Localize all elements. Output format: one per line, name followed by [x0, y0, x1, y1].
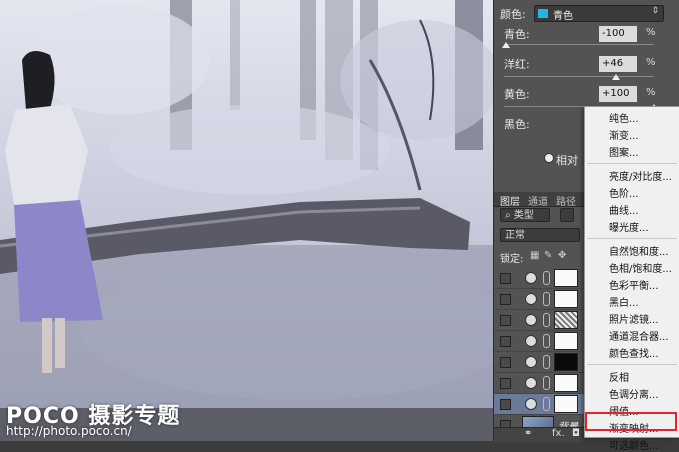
lock-pixels-icon[interactable]: ▦ — [530, 250, 539, 261]
slider-label: 黑色: — [504, 118, 530, 131]
visibility-eye-icon[interactable] — [500, 315, 511, 326]
menu-item[interactable]: 图案... — [609, 144, 639, 159]
layer-thumbnail — [554, 374, 578, 392]
link-icon[interactable] — [543, 271, 550, 285]
slider-label: 青色: — [504, 28, 530, 41]
adjustment-icon — [525, 398, 537, 410]
link-icon[interactable] — [543, 355, 550, 369]
slider-value-input[interactable]: +100 — [599, 86, 637, 102]
link-icon[interactable] — [543, 313, 550, 327]
menu-separator — [587, 163, 677, 164]
slider-value-input[interactable]: +46 — [599, 56, 637, 72]
layer-thumbnail — [554, 395, 578, 413]
menu-item[interactable]: 色相/饱和度... — [609, 260, 672, 275]
menu-separator — [587, 364, 677, 365]
magenta-slider-track[interactable] — [504, 76, 654, 77]
lock-paint-icon[interactable]: ✎ — [544, 250, 552, 261]
search-icon: ⌕ — [505, 210, 514, 221]
visibility-eye-icon[interactable] — [500, 378, 511, 389]
adjustment-icon — [525, 314, 537, 326]
colors-dropdown[interactable]: 青色 ⇕ — [534, 5, 664, 22]
menu-item[interactable]: 曝光度... — [609, 219, 649, 234]
tab-paths[interactable]: 路径 — [556, 193, 576, 208]
menu-separator — [587, 238, 677, 239]
menu-item[interactable]: 曲线... — [609, 202, 639, 217]
colors-value: 青色 — [553, 11, 573, 22]
menu-item[interactable]: 色调分离... — [609, 386, 659, 401]
menu-item[interactable]: 黑白... — [609, 294, 639, 309]
menu-item[interactable]: 通道混合器... — [609, 328, 669, 343]
menu-item[interactable]: 照片滤镜... — [609, 311, 659, 326]
highlight-box — [585, 412, 677, 431]
menu-item[interactable]: 自然饱和度... — [609, 243, 669, 258]
dropdown-arrow-icon: ⇕ — [651, 6, 659, 16]
blend-mode-select[interactable]: 正常 — [500, 228, 580, 242]
link-icon[interactable]: ⚭ — [524, 428, 532, 439]
visibility-eye-icon[interactable] — [500, 336, 511, 347]
cyan-slider-track[interactable] — [504, 44, 654, 45]
slider-label: 洋红: — [504, 58, 530, 71]
menu-item[interactable]: 纯色... — [609, 110, 639, 125]
slider-row-magenta: 洋红: +46 % — [494, 54, 679, 74]
unit-label: % — [646, 57, 656, 68]
filter-pixel-icon[interactable] — [560, 208, 574, 222]
tab-layers[interactable]: 图层 — [500, 193, 520, 208]
visibility-eye-icon[interactable] — [500, 399, 511, 410]
link-icon[interactable] — [543, 292, 550, 306]
adjustment-icon — [525, 356, 537, 368]
menu-item[interactable]: 颜色查找... — [609, 345, 659, 360]
adjustment-icon — [525, 335, 537, 347]
relative-radio[interactable] — [544, 153, 554, 163]
link-icon[interactable] — [543, 334, 550, 348]
adjustment-icon — [525, 377, 537, 389]
slider-row-yellow: 黄色: +100 % — [494, 84, 679, 104]
lock-label: 锁定: — [500, 254, 524, 265]
link-icon[interactable] — [543, 376, 550, 390]
slider-label: 黄色: — [504, 88, 530, 101]
adjustment-icon — [525, 293, 537, 305]
fx-button[interactable]: fx. — [552, 428, 565, 439]
link-icon[interactable] — [543, 397, 550, 411]
layer-thumbnail — [554, 332, 578, 350]
filter-kind-select[interactable]: ⌕ 类型 — [500, 208, 550, 222]
visibility-eye-icon[interactable] — [500, 357, 511, 368]
cyan-slider-knob[interactable] — [502, 42, 510, 48]
visibility-eye-icon[interactable] — [500, 294, 511, 305]
unit-label: % — [646, 27, 656, 38]
filter-kind-value: 类型 — [513, 210, 534, 221]
adjustment-icon — [525, 272, 537, 284]
layer-thumbnail — [554, 269, 578, 287]
tab-channels[interactable]: 通道 — [528, 193, 548, 208]
mask-icon[interactable]: ◘ — [572, 428, 580, 439]
blend-mode-value: 正常 — [505, 230, 525, 241]
photo-canvas: POCO 摄影专题 http://photo.poco.cn/ — [0, 0, 493, 441]
menu-item[interactable]: 色彩平衡... — [609, 277, 659, 292]
menu-item[interactable]: 反相 — [609, 369, 629, 384]
visibility-eye-icon[interactable] — [500, 273, 511, 284]
forest-photo — [0, 0, 493, 441]
adjustment-menu: 纯色... 渐变... 图案... 亮度/对比度... 色阶... 曲线... 曝光度...… — [584, 106, 679, 452]
slider-row-cyan: 青色: -100 % — [494, 24, 679, 44]
menu-item[interactable]: 亮度/对比度... — [609, 168, 672, 183]
layer-thumbnail — [554, 311, 578, 329]
slider-value-input[interactable]: -100 — [599, 26, 637, 42]
layer-thumbnail — [554, 353, 578, 371]
menu-item[interactable]: 色阶... — [609, 185, 639, 200]
lock-move-icon[interactable]: ✥ — [558, 250, 566, 261]
unit-label: % — [646, 87, 656, 98]
layer-thumbnail — [554, 290, 578, 308]
color-swatch — [538, 9, 548, 18]
menu-item[interactable]: 可选颜色... — [609, 437, 659, 452]
watermark-url: http://photo.poco.cn/ — [6, 424, 132, 438]
menu-item[interactable]: 渐变... — [609, 127, 639, 142]
colors-label: 颜色: — [500, 8, 526, 21]
relative-label: 相对 — [556, 154, 578, 167]
magenta-slider-knob[interactable] — [612, 74, 620, 80]
